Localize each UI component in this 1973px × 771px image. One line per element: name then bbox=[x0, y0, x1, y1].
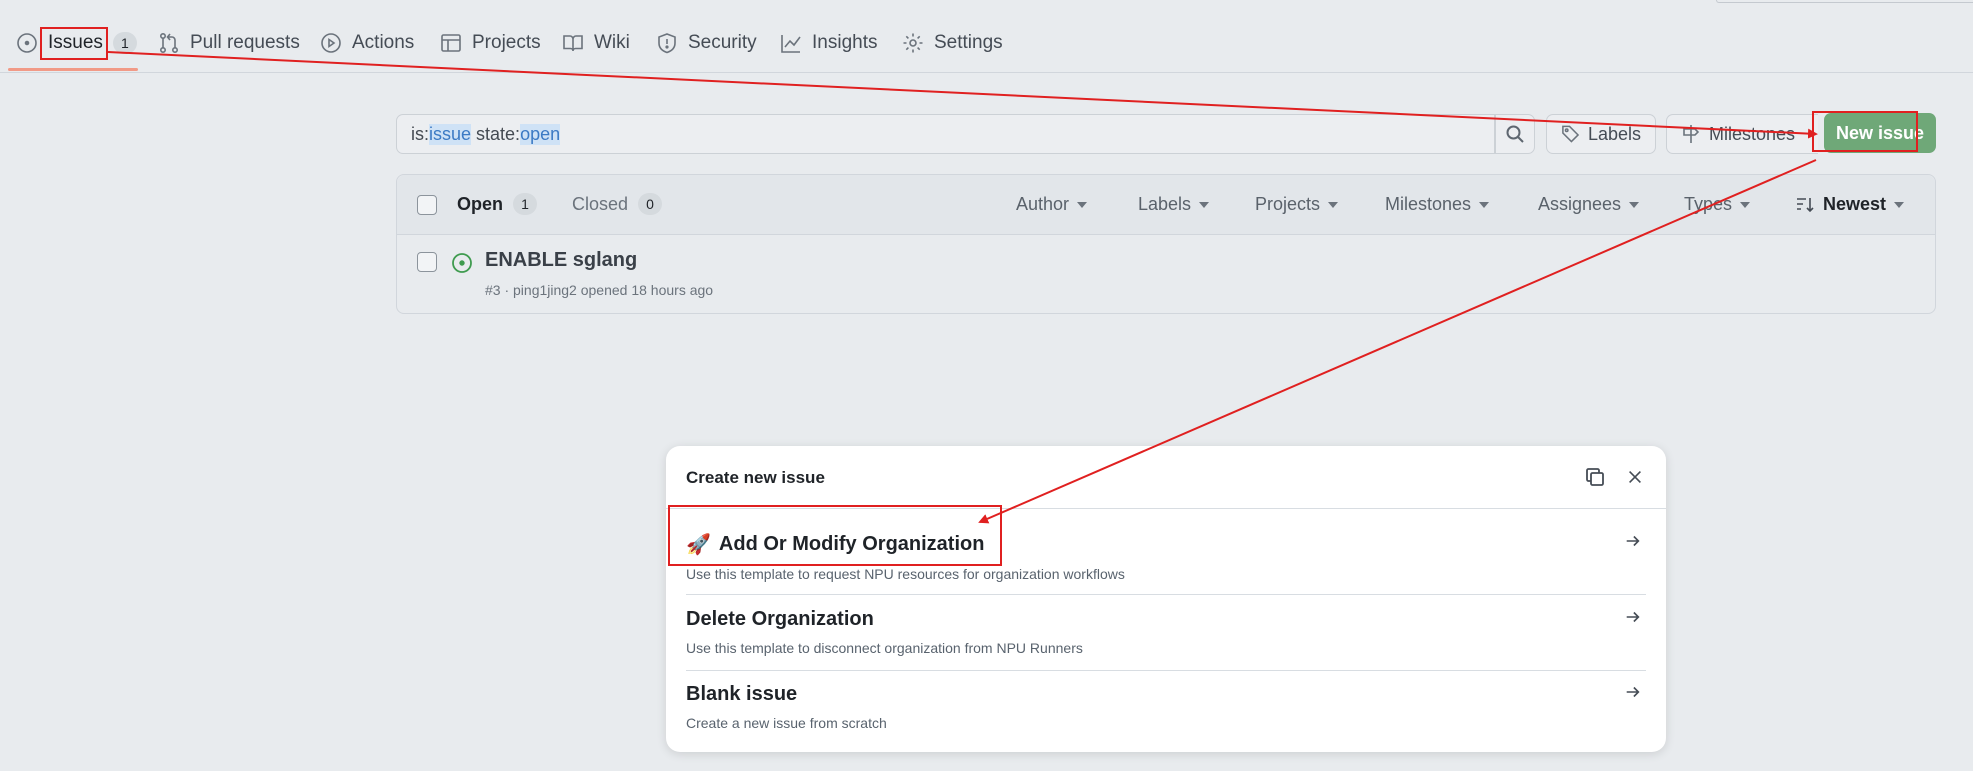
template-name: Add Or Modify Organization bbox=[718, 533, 985, 555]
sort-dropdown-label: Newest bbox=[1823, 194, 1887, 214]
copy-icon bbox=[1586, 468, 1604, 486]
tab-issues[interactable]: Issues 1 bbox=[16, 26, 137, 60]
close-button[interactable] bbox=[1622, 464, 1648, 490]
types-filter[interactable]: Types bbox=[1684, 194, 1751, 215]
milestones-button-label: Milestones bbox=[1709, 123, 1796, 144]
active-tab-underline bbox=[8, 68, 138, 71]
template-desc: Use this template to disconnect organiza… bbox=[686, 640, 1083, 656]
labels-filter-label: Labels bbox=[1138, 194, 1192, 214]
chevron-down-icon bbox=[1479, 201, 1490, 208]
projects-filter-label: Projects bbox=[1255, 194, 1321, 214]
dialog-header-divider bbox=[666, 508, 1666, 509]
close-icon bbox=[1629, 471, 1641, 483]
closed-filter-label: Closed bbox=[572, 193, 629, 214]
arrow-right-icon bbox=[1624, 532, 1644, 552]
chevron-down-icon bbox=[1740, 201, 1751, 208]
arrow-right-icon bbox=[1624, 608, 1644, 628]
tab-pull-requests[interactable]: Pull requests bbox=[158, 26, 300, 60]
template-blank-issue[interactable]: Blank issue Create a new issue from scra… bbox=[686, 683, 1646, 731]
shield-icon bbox=[658, 33, 676, 54]
issue-opened-icon bbox=[452, 253, 472, 273]
tab-settings[interactable]: Settings bbox=[902, 26, 1003, 60]
issue-opened-icon bbox=[17, 33, 37, 53]
author-filter-label: Author bbox=[1016, 194, 1070, 214]
issue-checkbox[interactable] bbox=[417, 252, 437, 272]
dialog-title: Create new issue bbox=[686, 468, 825, 487]
template-name: Delete Organization bbox=[686, 608, 874, 630]
tab-security[interactable]: Security bbox=[656, 26, 757, 60]
search-icon bbox=[1506, 125, 1524, 143]
search-button[interactable] bbox=[1495, 114, 1535, 154]
chevron-down-icon bbox=[1894, 201, 1905, 208]
issue-title-link[interactable]: ENABLE sglang bbox=[485, 249, 637, 272]
gear-icon bbox=[903, 33, 923, 53]
book-icon bbox=[563, 35, 583, 52]
closed-counter: 0 bbox=[638, 193, 663, 215]
author-filter[interactable]: Author bbox=[1016, 194, 1088, 215]
select-all-checkbox[interactable] bbox=[417, 195, 437, 215]
chevron-down-icon bbox=[1629, 201, 1640, 208]
tab-projects-label: Projects bbox=[472, 32, 541, 53]
tab-insights-label: Insights bbox=[812, 32, 878, 53]
create-issue-dialog: Create new issue 🚀 Add Or Modify Organiz… bbox=[666, 446, 1666, 752]
assignees-filter-label: Assignees bbox=[1538, 194, 1622, 214]
play-icon bbox=[321, 33, 341, 53]
closed-filter[interactable]: Closed 0 bbox=[572, 193, 663, 215]
tag-icon bbox=[1562, 125, 1580, 143]
repo-nav: Issues 1 Pull requests Actions Projects … bbox=[0, 0, 1973, 73]
tab-projects[interactable]: Projects bbox=[440, 26, 541, 60]
assignees-filter[interactable]: Assignees bbox=[1538, 194, 1640, 215]
types-filter-label: Types bbox=[1684, 194, 1733, 214]
chevron-down-icon bbox=[1199, 201, 1210, 208]
open-counter: 1 bbox=[513, 193, 538, 215]
projects-filter[interactable]: Projects bbox=[1255, 194, 1339, 215]
rocket-icon: 🚀 bbox=[686, 534, 711, 556]
template-desc: Use this template to request NPU resourc… bbox=[686, 566, 1125, 582]
issue-meta: #3 · ping1jing2 opened 18 hours ago bbox=[485, 282, 714, 298]
template-add-or-modify-organization[interactable]: 🚀 Add Or Modify Organization Use this te… bbox=[686, 532, 1646, 582]
labels-filter[interactable]: Labels bbox=[1138, 194, 1210, 215]
template-delete-organization[interactable]: Delete Organization Use this template to… bbox=[686, 608, 1646, 656]
open-filter[interactable]: Open 1 bbox=[457, 193, 538, 215]
labels-button[interactable]: Labels bbox=[1546, 114, 1656, 154]
search-prefix-1: is: bbox=[411, 123, 429, 144]
sort-dropdown[interactable]: Newest bbox=[1795, 194, 1905, 215]
sort-icon bbox=[1797, 197, 1814, 212]
template-desc: Create a new issue from scratch bbox=[686, 715, 887, 731]
labels-button-label: Labels bbox=[1587, 123, 1641, 144]
graph-icon bbox=[781, 35, 801, 53]
tab-pull-requests-label: Pull requests bbox=[190, 32, 300, 53]
tab-insights[interactable]: Insights bbox=[780, 26, 877, 60]
milestones-button[interactable]: Milestones bbox=[1666, 114, 1818, 154]
tab-wiki[interactable]: Wiki bbox=[562, 26, 630, 60]
chevron-down-icon bbox=[1328, 201, 1339, 208]
tab-security-label: Security bbox=[688, 32, 757, 53]
search-token-1: issue bbox=[429, 123, 472, 145]
tab-actions[interactable]: Actions bbox=[320, 26, 414, 60]
arrow-right-icon bbox=[1624, 683, 1644, 703]
issues-list-header: Open 1 Closed 0 Author Labels Projects M… bbox=[397, 175, 1935, 235]
milestones-filter[interactable]: Milestones bbox=[1385, 194, 1490, 215]
template-divider bbox=[686, 670, 1646, 671]
template-divider bbox=[686, 594, 1646, 595]
search-prefix-2: state: bbox=[471, 123, 521, 144]
issues-counter: 1 bbox=[112, 32, 137, 54]
issues-list: Open 1 Closed 0 Author Labels Projects M… bbox=[396, 174, 1936, 314]
copy-button[interactable] bbox=[1582, 464, 1608, 490]
pull-request-icon bbox=[159, 32, 179, 54]
tab-issues-label: Issues bbox=[48, 32, 103, 53]
search-input[interactable]: is: issue state: open bbox=[396, 114, 1495, 154]
tab-wiki-label: Wiki bbox=[594, 32, 630, 53]
milestones-filter-label: Milestones bbox=[1385, 194, 1472, 214]
search-token-2: open bbox=[520, 123, 561, 145]
chevron-down-icon bbox=[1077, 201, 1088, 208]
table-icon bbox=[441, 34, 461, 52]
template-name: Blank issue bbox=[686, 683, 798, 705]
open-filter-label: Open bbox=[457, 193, 504, 214]
tab-actions-label: Actions bbox=[352, 32, 415, 53]
new-issue-button[interactable]: New issue bbox=[1824, 113, 1936, 153]
tab-settings-label: Settings bbox=[934, 32, 1003, 53]
milestone-icon bbox=[1683, 125, 1700, 143]
